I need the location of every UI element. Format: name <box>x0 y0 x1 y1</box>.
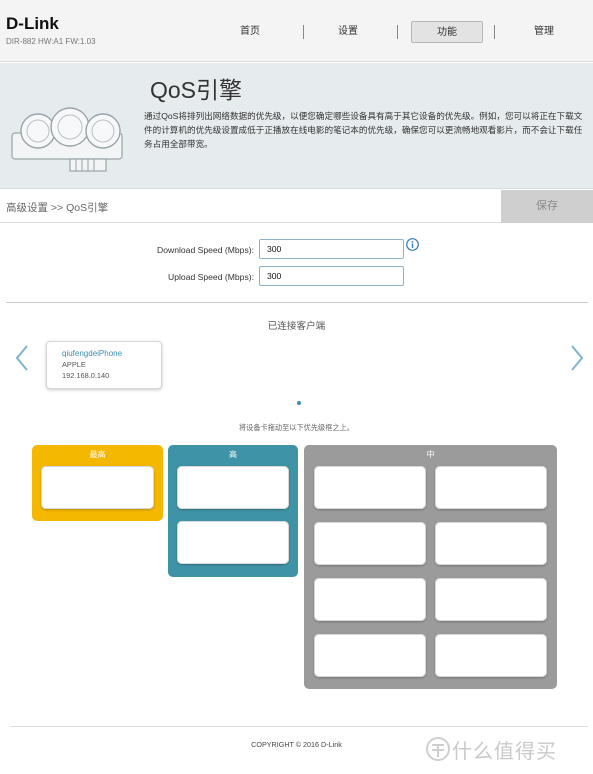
chevron-right-icon[interactable] <box>570 344 584 372</box>
model-info: DIR-882 HW:A1 FW:1.03 <box>6 37 96 46</box>
upload-speed-input[interactable] <box>259 266 404 286</box>
client-vendor: APPLE <box>62 360 86 369</box>
priority-slot[interactable] <box>435 634 547 677</box>
chevron-left-icon[interactable] <box>15 344 29 372</box>
nav-separator <box>494 25 495 39</box>
priority-slot[interactable] <box>435 522 547 565</box>
info-icon[interactable] <box>406 238 419 251</box>
download-speed-input[interactable] <box>259 239 404 259</box>
breadcrumb: 高级设置 >> QoS引擎 <box>6 202 109 214</box>
priority-highest-box[interactable]: 最高 <box>32 445 163 521</box>
client-device-card[interactable]: qiufengdeiPhone APPLE 192.168.0.140 <box>46 341 162 389</box>
nav-home[interactable]: 首页 <box>222 21 278 43</box>
connected-clients-title: 已连接客户端 <box>267 321 326 332</box>
priority-slot[interactable] <box>41 466 154 509</box>
priority-highest-label: 最高 <box>89 450 106 459</box>
page-description: 通过QoS将排列出网络数据的优先级，以便您确定哪些设备具有高于其它设备的优先级。… <box>144 111 583 149</box>
priority-medium-box[interactable]: 中 <box>304 445 557 689</box>
breadcrumb-bar: 高级设置 >> QoS引擎 保存 <box>0 190 593 223</box>
page-title: QoS引擎 <box>150 77 243 103</box>
priority-slot[interactable] <box>177 521 289 564</box>
priority-slot[interactable] <box>314 466 426 509</box>
router-illustration-icon <box>11 107 123 172</box>
client-ip: 192.168.0.140 <box>62 371 110 380</box>
client-name: qiufengdeiPhone <box>62 349 123 358</box>
priority-high-box[interactable]: 高 <box>168 445 298 577</box>
nav-management[interactable]: 管理 <box>516 21 572 43</box>
top-header: D-Link DIR-882 HW:A1 FW:1.03 首页 设置 功能 管理 <box>0 0 593 62</box>
priority-slot[interactable] <box>314 634 426 677</box>
qos-banner: QoS引擎 通过QoS将排列出网络数据的优先级，以便您确定哪些设备具有高于其它设… <box>0 63 593 189</box>
priority-slot[interactable] <box>435 466 547 509</box>
priority-slot[interactable] <box>314 578 426 621</box>
priority-slot[interactable] <box>177 466 289 509</box>
priority-slot[interactable] <box>314 522 426 565</box>
footer-divider <box>10 726 588 727</box>
priority-slot[interactable] <box>435 578 547 621</box>
nav-features[interactable]: 功能 <box>411 21 483 43</box>
qos-page: D-Link DIR-882 HW:A1 FW:1.03 首页 设置 功能 管理… <box>0 0 593 774</box>
section-divider <box>6 302 588 303</box>
download-speed-label: Download Speed (Mbps): <box>157 245 254 255</box>
pagination-dot[interactable] <box>297 401 301 405</box>
nav-separator <box>397 25 398 39</box>
priority-medium-label: 中 <box>426 450 435 459</box>
drag-hint: 将设备卡拖动至以下优先级框之上。 <box>238 423 354 432</box>
nav-separator <box>303 25 304 39</box>
nav-settings[interactable]: 设置 <box>320 21 376 43</box>
dlink-logo: D-Link <box>6 14 59 33</box>
priority-high-label: 高 <box>229 450 237 459</box>
save-button[interactable]: 保存 <box>501 190 593 223</box>
watermark-text: 什么值得买 <box>452 739 557 763</box>
upload-speed-label: Upload Speed (Mbps): <box>168 272 254 282</box>
